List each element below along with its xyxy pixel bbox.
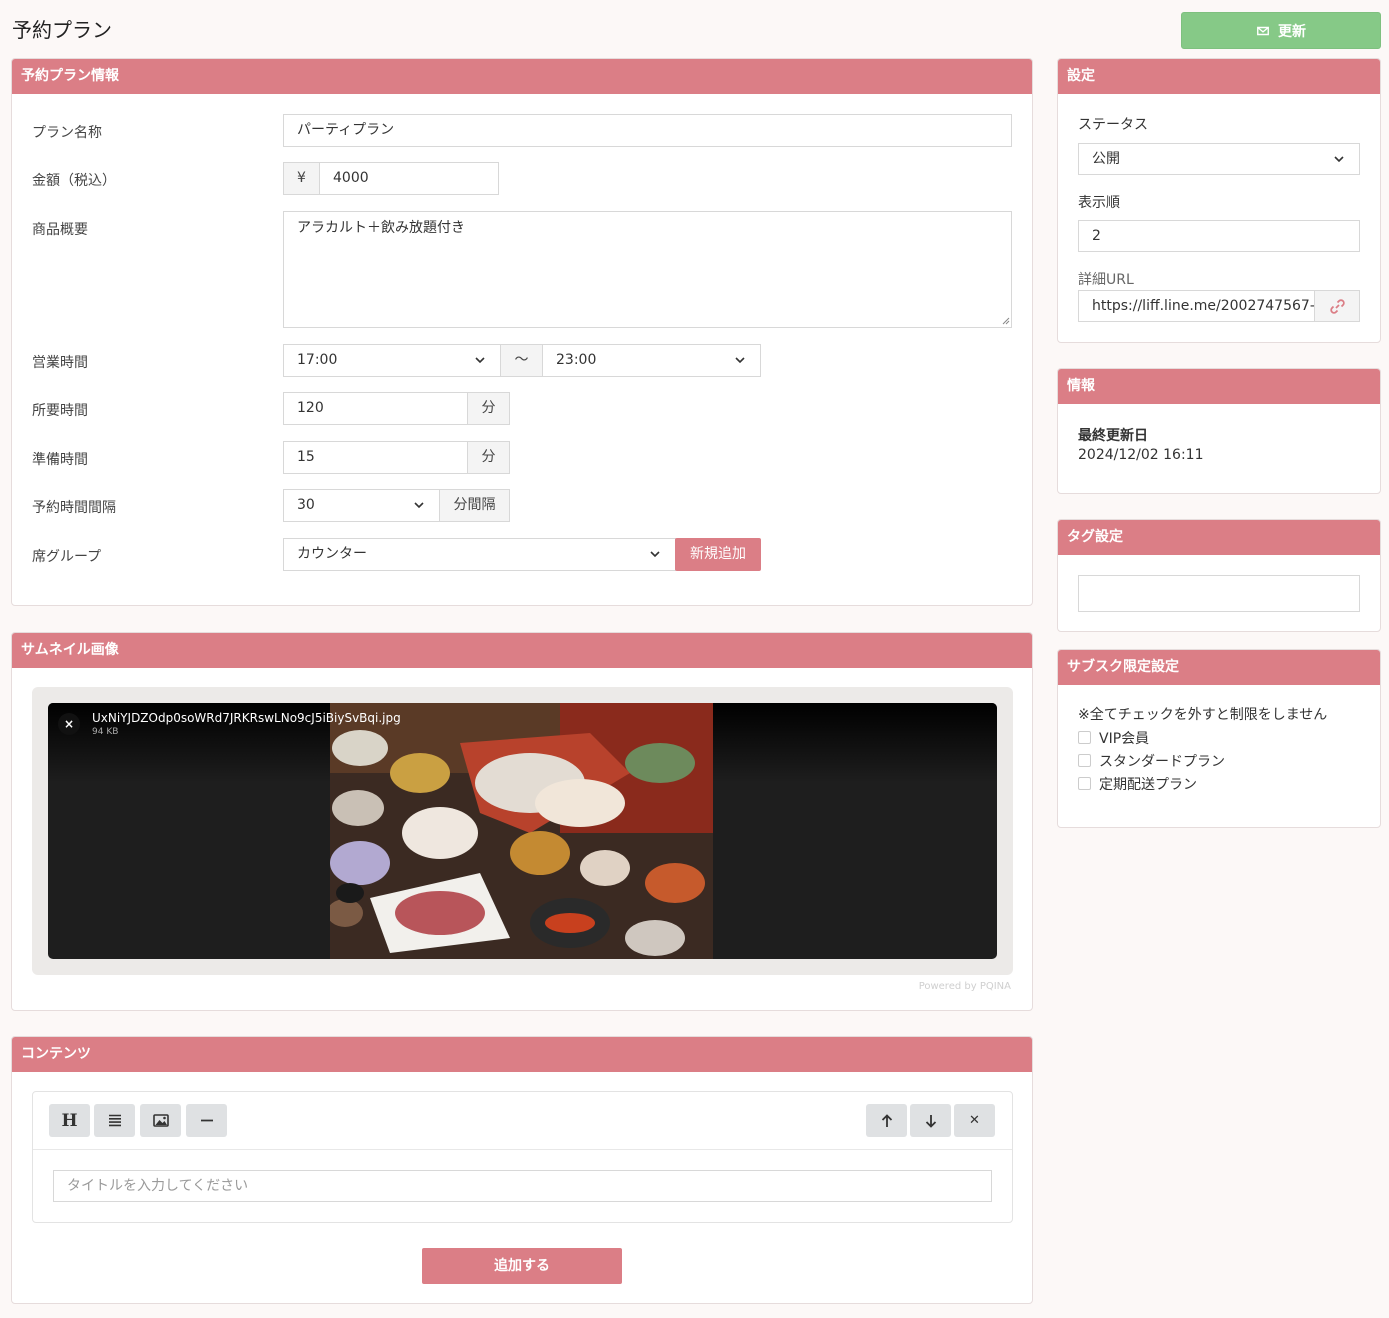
page-title: 予約プラン [12, 18, 112, 42]
subscription-option-label: スタンダードプラン [1099, 753, 1225, 770]
interval-select[interactable]: 30 [283, 489, 440, 522]
subscription-note: ※全てチェックを外すと制限をしません [1078, 707, 1328, 723]
plan-info-card: 予約プラン情報 プラン名称 パーティプラン 金額（税込） ¥ 4000 商品概要… [11, 58, 1033, 606]
block-toolbar: H ✕ [33, 1092, 1012, 1150]
image-preview: × UxNiYJDZOdp0soWRd7JRKRswLNo9cJ5iBiySvB… [48, 703, 997, 959]
seat-group-select[interactable]: カウンター [283, 538, 676, 571]
settings-card: 設定 ステータス 公開 表示順 2 詳細URL https://liff.lin… [1057, 58, 1381, 343]
chevron-down-icon [1334, 156, 1344, 163]
arrow-up-icon [881, 1113, 892, 1127]
order-label: 表示順 [1078, 195, 1120, 211]
file-name: UxNiYJDZOdp0soWRd7JRKRswLNo9cJ5iBiySvBqi… [92, 711, 401, 725]
hours-end-select[interactable]: 23:00 [542, 344, 761, 377]
hours-end-value: 23:00 [556, 352, 597, 368]
seat-group-value: カウンター [297, 546, 367, 562]
subscription-option-label: VIP会員 [1099, 730, 1150, 747]
status-select[interactable]: 公開 [1078, 143, 1360, 175]
content-block: H ✕ タイトルを入力してください [32, 1091, 1013, 1223]
minus-icon [200, 1119, 213, 1122]
subscription-card: サブスク限定設定 ※全てチェックを外すと制限をしません VIP会員 スタンダード… [1057, 649, 1381, 828]
close-icon: × [63, 717, 75, 731]
hours-start-select[interactable]: 17:00 [283, 344, 501, 377]
checkbox[interactable] [1078, 731, 1091, 744]
resize-handle-icon[interactable] [1002, 317, 1010, 325]
contents-header: コンテンツ [12, 1037, 1032, 1072]
status-label: ステータス [1078, 117, 1148, 133]
url-label: 詳細URL [1078, 272, 1134, 288]
tags-input[interactable] [1078, 575, 1360, 612]
summary-label: 商品概要 [32, 222, 88, 238]
thumbnail-header: サムネイル画像 [12, 633, 1032, 668]
chevron-down-icon [735, 357, 745, 364]
chevron-down-icon [475, 357, 485, 364]
paragraph-icon [108, 1114, 121, 1127]
plan-name-input[interactable]: パーティプラン [283, 114, 1012, 147]
duration-unit: 分 [467, 392, 510, 425]
open-url-button[interactable] [1314, 290, 1360, 322]
contents-card: コンテンツ H ✕ タイトルを入力してください 追加する [11, 1036, 1033, 1304]
interval-value: 30 [297, 497, 315, 513]
info-header: 情報 [1058, 369, 1380, 404]
last-updated-label: 最終更新日 [1078, 428, 1148, 444]
hours-start-value: 17:00 [297, 352, 338, 368]
image-icon [152, 1114, 169, 1127]
move-down-button[interactable] [910, 1104, 951, 1137]
checkbox[interactable] [1078, 754, 1091, 767]
divider-tool-button[interactable] [186, 1104, 227, 1137]
image-tool-button[interactable] [140, 1104, 181, 1137]
checkbox[interactable] [1078, 777, 1091, 790]
interval-label: 予約時間間隔 [32, 500, 116, 516]
remove-block-button[interactable]: ✕ [954, 1104, 995, 1137]
subscription-option[interactable]: 定期配送プラン [1078, 772, 1360, 795]
subscription-header: サブスク限定設定 [1058, 650, 1380, 685]
plan-info-header: 予約プラン情報 [12, 59, 1032, 94]
new-add-button[interactable]: 新規追加 [675, 538, 761, 571]
powered-by[interactable]: Powered by PQINA [919, 981, 1011, 992]
status-value: 公開 [1092, 151, 1120, 167]
hours-separator: 〜 [500, 344, 543, 377]
close-icon: ✕ [969, 1113, 980, 1128]
content-title-input[interactable]: タイトルを入力してください [53, 1170, 992, 1202]
url-input[interactable]: https://liff.line.me/2002747567-9j [1078, 290, 1315, 322]
subscription-option[interactable]: VIP会員 [1078, 726, 1360, 749]
heading-icon: H [61, 1110, 78, 1131]
remove-file-button[interactable]: × [58, 713, 80, 735]
prep-input[interactable]: 15 [283, 441, 468, 474]
tags-card: タグ設定 [1057, 519, 1381, 632]
sync-icon [1257, 26, 1269, 35]
prep-label: 準備時間 [32, 452, 88, 468]
food-photo [330, 703, 713, 959]
info-card: 情報 最終更新日 2024/12/02 16:11 [1057, 368, 1381, 494]
duration-input[interactable]: 120 [283, 392, 468, 425]
order-input[interactable]: 2 [1078, 220, 1360, 252]
move-up-button[interactable] [866, 1104, 907, 1137]
upload-panel: × UxNiYJDZOdp0soWRd7JRKRswLNo9cJ5iBiySvB… [32, 687, 1013, 975]
paragraph-tool-button[interactable] [94, 1104, 135, 1137]
seat-group-label: 席グループ [32, 549, 102, 565]
prep-unit: 分 [467, 441, 510, 474]
currency-addon: ¥ [283, 162, 320, 195]
duration-label: 所要時間 [32, 403, 88, 419]
price-input[interactable]: 4000 [319, 162, 499, 195]
chevron-down-icon [414, 502, 424, 509]
subscription-option[interactable]: スタンダードプラン [1078, 749, 1360, 772]
update-button[interactable]: 更新 [1181, 12, 1381, 49]
tags-header: タグ設定 [1058, 520, 1380, 555]
interval-unit: 分間隔 [439, 489, 510, 522]
hours-label: 営業時間 [32, 355, 88, 371]
arrow-down-icon [925, 1114, 936, 1128]
thumbnail-card: サムネイル画像 × UxNiYJDZOdp0soWRd7JRKRswLNo9cJ… [11, 632, 1033, 1011]
last-updated-value: 2024/12/02 16:11 [1078, 447, 1204, 463]
heading-tool-button[interactable]: H [49, 1104, 90, 1137]
price-label: 金額（税込） [32, 173, 116, 189]
chevron-down-icon [650, 551, 660, 558]
update-button-label: 更新 [1278, 23, 1306, 40]
link-icon [1329, 298, 1345, 314]
subscription-option-label: 定期配送プラン [1099, 776, 1197, 793]
file-size: 94 KB [92, 727, 119, 737]
add-content-button[interactable]: 追加する [422, 1248, 622, 1284]
summary-textarea[interactable]: アラカルト＋飲み放題付き [283, 211, 1012, 328]
settings-header: 設定 [1058, 59, 1380, 94]
plan-name-label: プラン名称 [32, 125, 102, 141]
